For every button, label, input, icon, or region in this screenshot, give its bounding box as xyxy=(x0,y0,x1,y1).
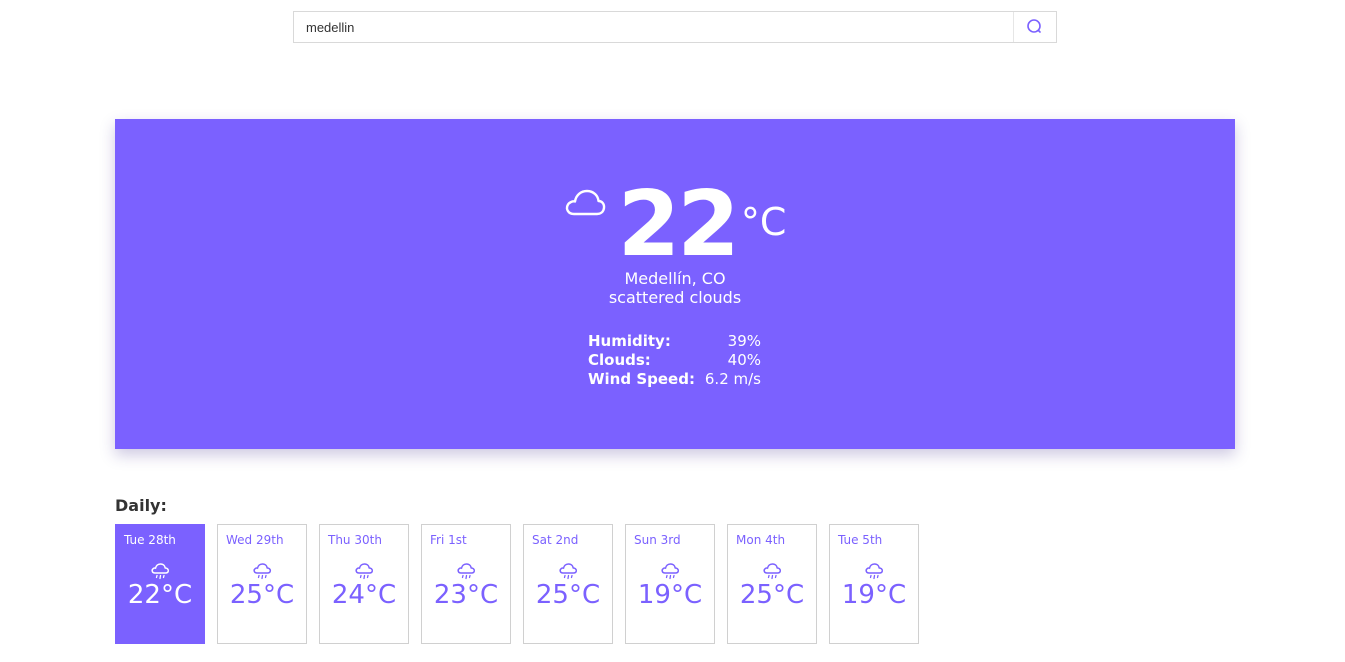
day-temperature: 25°C xyxy=(535,580,601,610)
stat-value: 39% xyxy=(727,332,761,350)
city-name: Medellín, CO xyxy=(624,269,726,288)
day-label: Wed 29th xyxy=(226,533,284,547)
rain-cloud-icon xyxy=(253,563,272,580)
temperature-row: 22 °C xyxy=(115,172,1235,277)
temperature-unit: °C xyxy=(740,200,787,244)
day-card[interactable]: Tue 28th 22°C xyxy=(115,524,205,644)
day-card[interactable]: Fri 1st 23°C xyxy=(421,524,511,644)
rain-cloud-icon xyxy=(457,563,476,580)
daily-forecast-list: Tue 28th 22°C Wed 29th 25°C Thu 30th 24°… xyxy=(115,524,931,644)
stat-clouds: Clouds: 40% xyxy=(588,351,761,370)
day-card[interactable]: Sat 2nd 25°C xyxy=(523,524,613,644)
search-input[interactable] xyxy=(294,12,1013,42)
rain-cloud-icon xyxy=(151,563,170,580)
day-card[interactable]: Wed 29th 25°C xyxy=(217,524,307,644)
search-icon xyxy=(1027,19,1041,33)
day-label: Thu 30th xyxy=(328,533,382,547)
day-temperature: 22°C xyxy=(127,580,193,610)
day-card[interactable]: Sun 3rd 19°C xyxy=(625,524,715,644)
stat-humidity: Humidity: 39% xyxy=(588,332,761,351)
stat-value: 40% xyxy=(727,351,761,369)
day-label: Sun 3rd xyxy=(634,533,681,547)
day-temperature: 19°C xyxy=(637,580,703,610)
rain-cloud-icon xyxy=(559,563,578,580)
search-bar xyxy=(293,11,1057,43)
weather-stats: Humidity: 39% Clouds: 40% Wind Speed: 6.… xyxy=(588,332,761,389)
day-label: Tue 28th xyxy=(124,533,176,547)
rain-cloud-icon xyxy=(763,563,782,580)
day-card[interactable]: Tue 5th 19°C xyxy=(829,524,919,644)
day-temperature: 25°C xyxy=(739,580,805,610)
day-temperature: 23°C xyxy=(433,580,499,610)
day-label: Fri 1st xyxy=(430,533,467,547)
stat-wind-speed: Wind Speed: 6.2 m/s xyxy=(588,370,761,389)
daily-title: Daily: xyxy=(115,496,167,515)
day-label: Tue 5th xyxy=(838,533,883,547)
stat-label: Wind Speed: xyxy=(588,370,695,388)
day-label: Sat 2nd xyxy=(532,533,579,547)
stat-label: Humidity: xyxy=(588,332,671,350)
stat-label: Clouds: xyxy=(588,351,651,369)
day-temperature: 19°C xyxy=(841,580,907,610)
day-card[interactable]: Thu 30th 24°C xyxy=(319,524,409,644)
day-label: Mon 4th xyxy=(736,533,786,547)
rain-cloud-icon xyxy=(355,563,374,580)
search-button[interactable] xyxy=(1013,12,1056,42)
current-temperature: 22 xyxy=(617,172,740,277)
stat-value: 6.2 m/s xyxy=(704,370,761,388)
rain-cloud-icon xyxy=(865,563,884,580)
day-card[interactable]: Mon 4th 25°C xyxy=(727,524,817,644)
day-temperature: 24°C xyxy=(331,580,397,610)
rain-cloud-icon xyxy=(661,563,680,580)
current-weather-card: 22 °C Medellín, CO scattered clouds Humi… xyxy=(115,119,1235,449)
weather-description: scattered clouds xyxy=(608,288,742,307)
day-temperature: 25°C xyxy=(229,580,295,610)
cloud-icon xyxy=(565,189,605,216)
